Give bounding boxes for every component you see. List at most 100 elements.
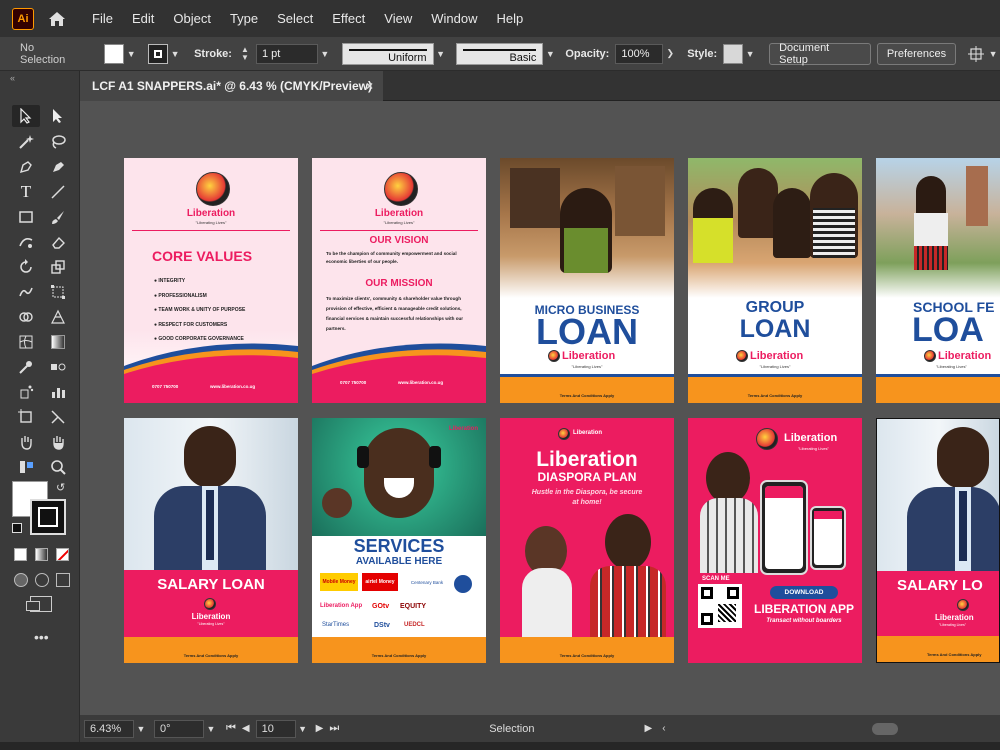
scale-tool-icon[interactable] <box>44 256 72 278</box>
shape-builder-icon[interactable] <box>12 306 40 328</box>
magic-wand-icon[interactable] <box>12 131 40 153</box>
menu-window[interactable]: Window <box>431 11 477 26</box>
menu-help[interactable]: Help <box>496 11 523 26</box>
artboard-group-loan[interactable]: GROUP LOAN Liberation "Liberating Lives"… <box>688 158 862 403</box>
chevron-down-icon[interactable]: ▼ <box>434 45 448 63</box>
type-tool-icon[interactable]: T <box>12 181 40 203</box>
line-tool-icon[interactable] <box>44 181 72 203</box>
mesh-tool-icon[interactable] <box>12 331 40 353</box>
pen-tool-icon[interactable] <box>12 156 40 178</box>
artboard-school-fees-loan[interactable]: SCHOOL FE LOA Liberation "Liberating Liv… <box>876 158 1000 403</box>
home-icon[interactable] <box>46 8 68 30</box>
document-setup-button[interactable]: Document Setup <box>769 42 871 66</box>
chevron-down-icon[interactable]: ▼ <box>124 45 138 63</box>
menu-edit[interactable]: Edit <box>132 11 154 26</box>
preferences-button[interactable]: Preferences <box>876 42 957 65</box>
stepper-icon[interactable]: ▲ ▼ <box>238 45 252 63</box>
terms-text: Terms And Conditions Apply <box>927 652 982 657</box>
none-mode-icon[interactable] <box>56 548 69 561</box>
opacity-field[interactable]: 100% <box>615 43 664 64</box>
chevron-down-icon[interactable]: ▼ <box>204 720 218 738</box>
chevron-down-icon[interactable]: ▼ <box>986 45 1000 63</box>
fill-swatch[interactable] <box>104 43 125 64</box>
next-artboard-icon[interactable]: ▶ <box>316 723 324 734</box>
chevron-right-icon[interactable]: ❯ <box>663 45 677 63</box>
draw-behind-icon[interactable] <box>35 573 49 587</box>
chevron-down-icon[interactable]: ▼ <box>134 720 148 738</box>
direct-selection-tool-icon[interactable] <box>44 105 72 127</box>
artboard-diaspora-plan[interactable]: Liberation Liberation DIASPORA PLAN Hust… <box>500 418 674 663</box>
swap-colors-icon[interactable]: ↺ <box>56 481 65 494</box>
chevron-down-icon[interactable]: ▼ <box>296 720 310 738</box>
hand-tool-icon[interactable] <box>12 431 40 453</box>
stroke-weight-field[interactable]: 1 pt <box>255 43 318 64</box>
lasso-icon[interactable] <box>44 131 72 153</box>
gradient-mode-icon[interactable] <box>35 548 48 561</box>
artboard-services[interactable]: Liberation SERVICES AVAILABLE HERE Mobil… <box>312 418 486 663</box>
stroke-color-box[interactable] <box>30 499 66 535</box>
draw-inside-icon[interactable] <box>56 573 70 587</box>
chevron-down-icon[interactable]: ▼ <box>168 45 182 63</box>
pan-hand-icon[interactable] <box>44 431 72 453</box>
document-tab[interactable]: LCF A1 SNAPPERS.ai* @ 6.43 % (CMYK/Previ… <box>80 71 383 101</box>
gradient-tool-icon[interactable] <box>44 331 72 353</box>
eyedropper-icon[interactable] <box>12 356 40 378</box>
menu-object[interactable]: Object <box>173 11 211 26</box>
menu-effect[interactable]: Effect <box>332 11 365 26</box>
puppet-warp-icon[interactable] <box>12 456 40 478</box>
curvature-tool-icon[interactable] <box>44 156 72 178</box>
blend-tool-icon[interactable] <box>44 356 72 378</box>
eraser-icon[interactable] <box>44 231 72 253</box>
previous-artboard-icon[interactable]: ◀ <box>242 723 250 734</box>
artboard-salary-loan-copy[interactable]: SALARY LO Liberation "Liberating Lives" … <box>876 418 1000 663</box>
chevron-down-icon[interactable]: ▼ <box>743 45 757 63</box>
artboard-tool-icon[interactable] <box>12 406 40 428</box>
collapse-icon[interactable]: « <box>10 73 15 83</box>
more-tools-icon[interactable]: ••• <box>34 629 49 645</box>
column-graph-icon[interactable] <box>44 381 72 403</box>
rectangle-tool-icon[interactable] <box>12 206 40 228</box>
screen-mode-icon[interactable] <box>26 596 52 612</box>
artboard-liberation-app[interactable]: Liberation "Liberating Lives" SCAN ME DO… <box>688 418 862 663</box>
scroll-left-icon[interactable]: ‹ <box>662 723 665 734</box>
stroke-swatch[interactable] <box>148 43 169 64</box>
status-menu-icon[interactable]: ▶ <box>644 723 652 734</box>
arrange-icon[interactable] <box>966 44 986 64</box>
artboard-number-field[interactable]: 10 <box>255 719 296 738</box>
shaper-tool-icon[interactable] <box>12 231 40 253</box>
last-artboard-icon[interactable]: ⏭ <box>329 722 339 735</box>
opacity-label: Opacity: <box>565 47 610 60</box>
paintbrush-icon[interactable] <box>44 206 72 228</box>
chevron-down-icon[interactable]: ▼ <box>543 45 557 63</box>
artboard-vision-mission[interactable]: Liberation "Liberating Lives" OUR VISION… <box>312 158 486 403</box>
default-colors-icon[interactable] <box>12 523 22 533</box>
menu-file[interactable]: File <box>92 11 113 26</box>
close-icon[interactable]: × <box>366 79 373 93</box>
zoom-field[interactable]: 6.43% <box>84 719 134 738</box>
symbol-sprayer-icon[interactable] <box>12 381 40 403</box>
menu-type[interactable]: Type <box>230 11 258 26</box>
color-mode-icon[interactable] <box>14 548 27 561</box>
draw-normal-icon[interactable] <box>14 573 28 587</box>
zoom-tool-icon[interactable] <box>44 456 72 478</box>
selection-tool-icon[interactable] <box>12 105 40 127</box>
perspective-grid-icon[interactable] <box>44 306 72 328</box>
menu-select[interactable]: Select <box>277 11 313 26</box>
menu-view[interactable]: View <box>384 11 412 26</box>
style-swatch[interactable] <box>723 43 744 64</box>
chevron-down-icon[interactable]: ▼ <box>318 45 332 63</box>
artboard-salary-loan[interactable]: SALARY LOAN Liberation "Liberating Lives… <box>124 418 298 663</box>
rotate-tool-icon[interactable] <box>12 256 40 278</box>
variable-width-profile[interactable]: Uniform <box>341 42 434 65</box>
footer-bar: Terms And Conditions Apply <box>877 636 999 662</box>
rotation-field[interactable]: 0° <box>154 719 204 738</box>
canvas[interactable]: Liberation "Liberating Lives" CORE VALUE… <box>80 101 1000 715</box>
warp-tool-icon[interactable] <box>12 281 40 303</box>
free-transform-icon[interactable] <box>44 281 72 303</box>
slice-tool-icon[interactable] <box>44 406 72 428</box>
artboard-core-values[interactable]: Liberation "Liberating Lives" CORE VALUE… <box>124 158 298 403</box>
horizontal-scrollbar-thumb[interactable] <box>871 722 898 735</box>
brush-definition[interactable]: Basic <box>455 42 544 65</box>
artboard-micro-business-loan[interactable]: MICRO BUSINESS LOAN Liberation "Liberati… <box>500 158 674 403</box>
first-artboard-icon[interactable]: ⏮ <box>226 722 236 735</box>
